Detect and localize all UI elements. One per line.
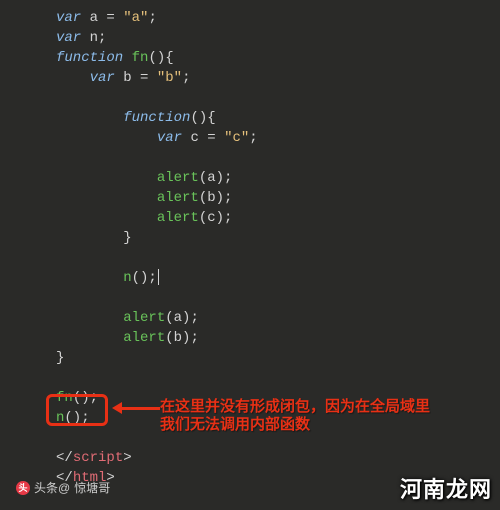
function-name-fn: fn xyxy=(132,50,149,66)
watermark-right: 河南龙网 xyxy=(400,480,492,500)
keyword-var: var xyxy=(157,130,182,146)
annotation-callout: 在这里并没有形成闭包，因为在全局域里 我们无法调用内部函数 xyxy=(160,398,460,434)
call-alert: alert xyxy=(123,310,165,326)
code-editor: var a = "a"; var n; function fn(){ var b… xyxy=(0,0,500,510)
keyword-var: var xyxy=(90,70,115,86)
call-alert: alert xyxy=(157,170,199,186)
call-n: n xyxy=(123,270,131,286)
keyword-var: var xyxy=(56,30,81,46)
arrow-icon xyxy=(120,405,160,407)
highlight-box xyxy=(46,394,108,426)
call-alert: alert xyxy=(123,330,165,346)
annotation-line2: 我们无法调用内部函数 xyxy=(160,416,460,434)
call-alert: alert xyxy=(157,210,199,226)
close-tag-script: script xyxy=(73,450,123,466)
keyword-function: function xyxy=(123,110,190,126)
watermark-left-name: 惊塘哥 xyxy=(74,478,110,498)
watermark-left-prefix: 头条@ xyxy=(34,478,70,498)
toutiao-icon: 头 xyxy=(16,481,30,495)
watermark-left: 头 头条@惊塘哥 xyxy=(16,478,110,498)
keyword-var: var xyxy=(56,10,81,26)
keyword-function: function xyxy=(56,50,123,66)
text-cursor xyxy=(158,269,159,285)
call-alert: alert xyxy=(157,190,199,206)
annotation-line1: 在这里并没有形成闭包，因为在全局域里 xyxy=(160,398,460,416)
